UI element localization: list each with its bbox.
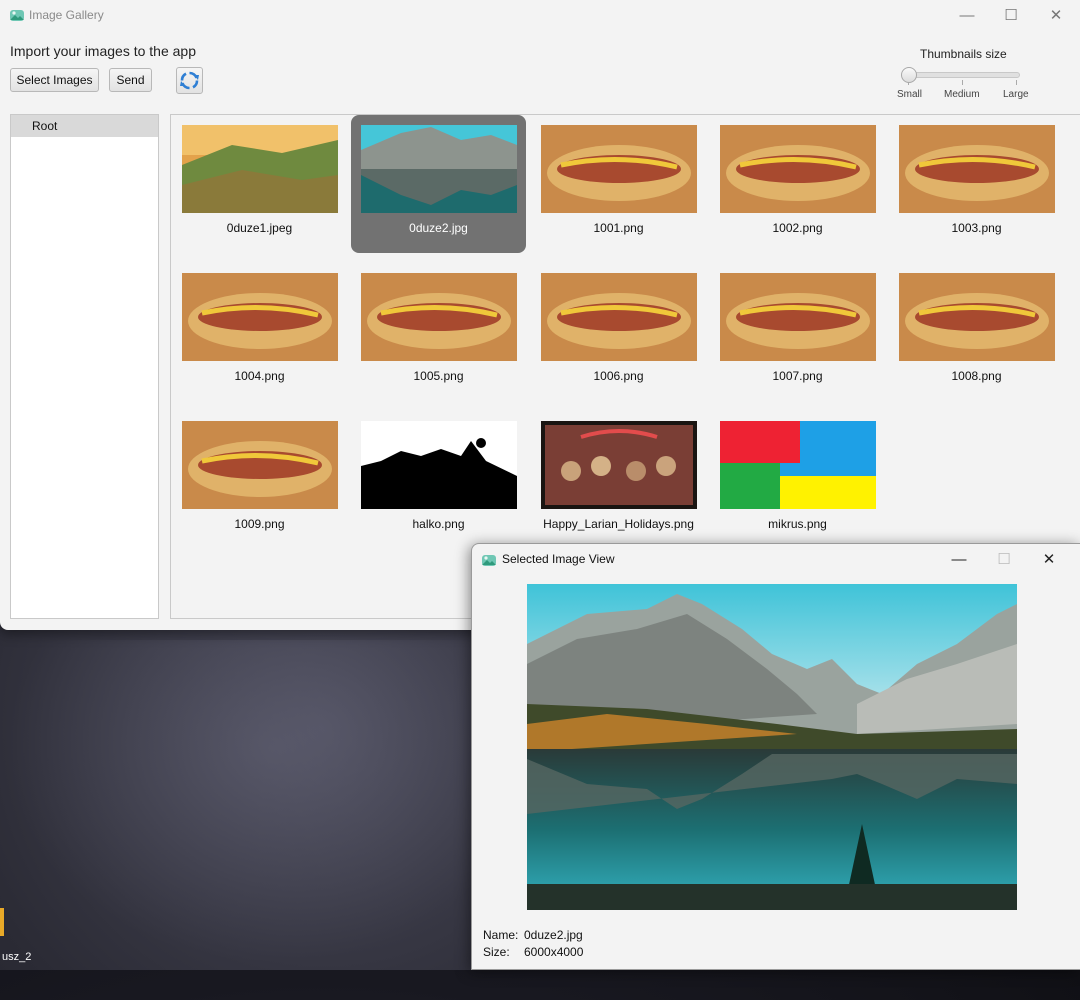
gallery-item[interactable]: 1006.png <box>531 263 706 401</box>
name-value: 0duze2.jpg <box>524 928 583 942</box>
thumbnail-image <box>182 421 338 509</box>
desktop-folder-icon[interactable] <box>0 908 4 936</box>
thumbnail-image <box>361 125 517 213</box>
gallery-app-icon <box>10 10 24 21</box>
tick-label-small: Small <box>897 89 923 100</box>
gallery-item[interactable]: 1009.png <box>172 411 347 549</box>
viewer-title: Selected Image View <box>502 552 615 566</box>
thumbnail-caption: 1004.png <box>234 369 285 383</box>
gallery-item[interactable]: 1003.png <box>889 115 1064 253</box>
image-gallery-window: Image Gallery — ☐ ✕ Import your images t… <box>0 0 1080 630</box>
thumbnail-image <box>720 125 876 213</box>
thumbnail-caption: 1008.png <box>951 369 1002 383</box>
gallery-app-icon <box>482 555 496 566</box>
minimize-button[interactable]: — <box>944 0 990 30</box>
tick-label-medium: Medium <box>944 89 980 100</box>
gallery-item[interactable]: 1002.png <box>710 115 885 253</box>
gallery-item[interactable]: 1005.png <box>351 263 526 401</box>
refresh-icon <box>180 71 199 90</box>
thumbnail-image <box>361 421 517 509</box>
tick-label-large: Large <box>1003 89 1029 100</box>
thumbnail-caption: halko.png <box>412 517 465 531</box>
thumbnail-image <box>720 273 876 361</box>
slider-tick <box>962 80 963 85</box>
gallery-item[interactable]: 0duze1.jpeg <box>172 115 347 253</box>
gallery-item[interactable]: 1004.png <box>172 263 347 401</box>
thumbnail-caption: 1003.png <box>951 221 1002 235</box>
send-button[interactable]: Send <box>109 68 152 92</box>
thumbnail-caption: 1007.png <box>772 369 823 383</box>
thumbnail-size-label: Thumbnails size <box>920 47 1007 61</box>
thumbnail-caption: 1005.png <box>413 369 464 383</box>
thumbnail-caption: 0duze2.jpg <box>409 221 468 235</box>
name-key: Name: <box>483 928 519 942</box>
thumbnail-caption: Happy_Larian_Holidays.png <box>543 517 694 531</box>
close-button[interactable]: ✕ <box>1033 0 1079 30</box>
thumbnail-image <box>899 125 1055 213</box>
thumbnail-caption: 1001.png <box>593 221 644 235</box>
refresh-button[interactable] <box>176 67 203 94</box>
window-title: Image Gallery <box>29 8 104 22</box>
selected-image <box>527 584 1017 910</box>
size-key: Size: <box>483 945 510 959</box>
thumbnail-size-slider[interactable] <box>905 72 1020 78</box>
thumbnail-caption: 1009.png <box>234 517 285 531</box>
gallery-item[interactable]: 0duze2.jpg <box>351 115 526 253</box>
thumbnail-caption: 1006.png <box>593 369 644 383</box>
viewer-maximize-button: ☐ <box>997 551 1011 568</box>
thumbnail-image <box>720 421 876 509</box>
desktop-icon-label[interactable]: usz_2 <box>2 951 31 963</box>
thumbnail-image <box>541 125 697 213</box>
viewer-close-button[interactable]: ✕ <box>1026 544 1072 574</box>
viewer-minimize-button[interactable]: — <box>936 544 982 574</box>
maximize-button[interactable]: ☐ <box>988 0 1034 30</box>
import-label: Import your images to the app <box>10 43 196 59</box>
image-size-row: Size: 6000x4000 <box>483 945 583 959</box>
thumbnail-image <box>541 421 697 509</box>
thumbnail-image <box>182 273 338 361</box>
slider-thumb[interactable] <box>901 67 917 83</box>
size-value: 6000x4000 <box>524 945 584 959</box>
title-bar[interactable]: Image Gallery — ☐ ✕ <box>0 0 1080 30</box>
tree-item-root[interactable]: Root <box>11 115 158 137</box>
gallery-item[interactable]: halko.png <box>351 411 526 549</box>
gallery-item[interactable]: mikrus.png <box>710 411 885 549</box>
gallery-item[interactable]: 1008.png <box>889 263 1064 401</box>
selected-image-view-window: Selected Image View — ☐ ✕ Name: 0duze2.j… <box>471 543 1080 970</box>
thumbnail-caption: 0duze1.jpeg <box>226 221 293 235</box>
thumbnail-image <box>361 273 517 361</box>
select-images-button[interactable]: Select Images <box>10 68 99 92</box>
gallery-item[interactable]: 1007.png <box>710 263 885 401</box>
thumbnail-image <box>182 125 338 213</box>
gallery-item[interactable]: 1001.png <box>531 115 706 253</box>
thumbnail-caption: 1002.png <box>772 221 823 235</box>
desktop-background <box>0 640 480 1000</box>
thumbnail-caption: mikrus.png <box>768 517 827 531</box>
gallery-item[interactable]: Happy_Larian_Holidays.png <box>531 411 706 549</box>
image-name-row: Name: 0duze2.jpg <box>483 928 583 942</box>
folder-tree[interactable]: Root <box>10 114 159 619</box>
slider-tick <box>1016 80 1017 85</box>
thumbnail-image <box>541 273 697 361</box>
thumbnail-image <box>899 273 1055 361</box>
